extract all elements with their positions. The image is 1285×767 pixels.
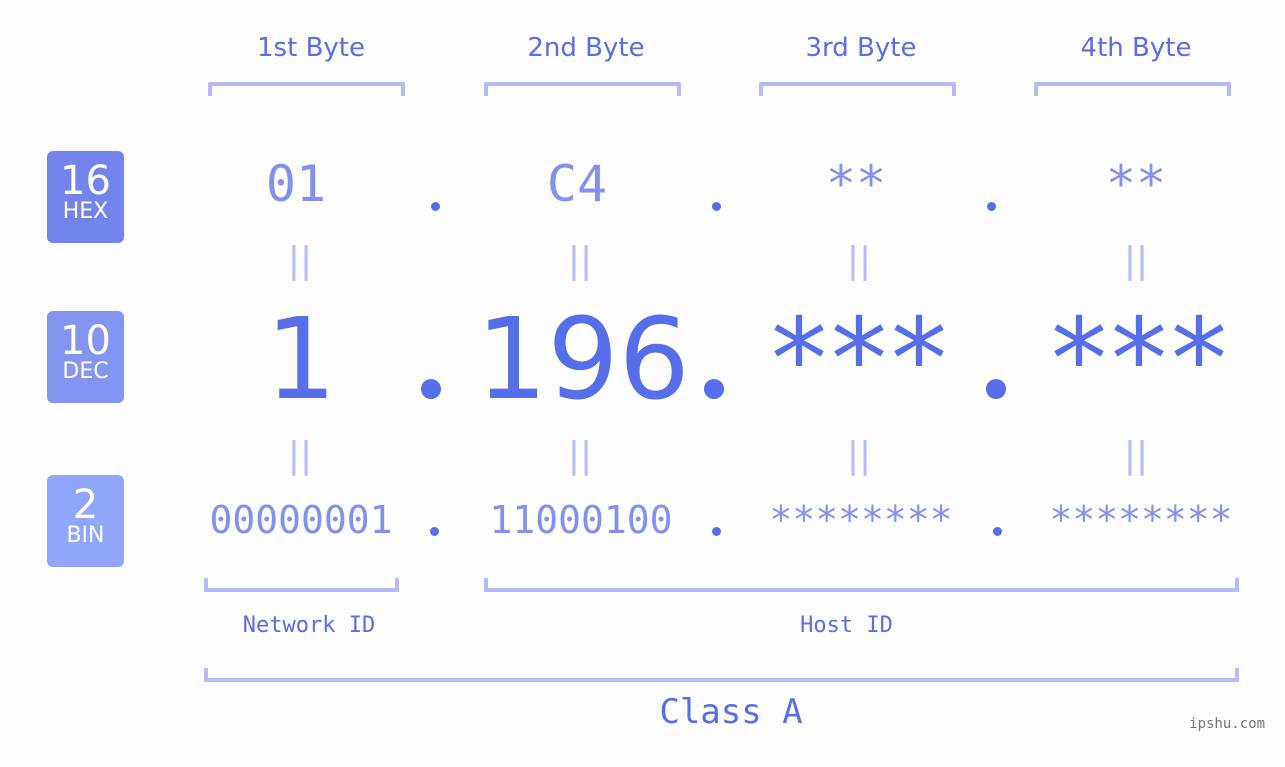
equals-sign: ||: [567, 240, 593, 281]
byte-header-2: 2nd Byte: [527, 33, 645, 63]
bin-separator-dot: [712, 527, 721, 536]
byte-header-1: 1st Byte: [257, 33, 365, 63]
dec-badge-label: DEC: [62, 359, 109, 384]
equals-sign: ||: [846, 435, 872, 476]
hex-value-1: 01: [265, 155, 327, 213]
watermark: ipshu.com: [1189, 716, 1265, 732]
byte-bracket-2: [484, 82, 681, 96]
dec-separator-dot: [986, 379, 1006, 399]
equals-sign: ||: [1123, 435, 1149, 476]
class-bracket: [204, 668, 1239, 682]
hex-value-4: **: [1105, 155, 1167, 213]
dec-value-2: 196: [476, 295, 690, 425]
bin-value-3: ********: [769, 498, 953, 542]
byte-bracket-3: [759, 82, 956, 96]
hex-separator-dot: [712, 202, 721, 211]
dec-badge: 10 DEC: [47, 311, 124, 403]
hex-value-2: C4: [546, 155, 608, 213]
bin-badge-base: 2: [72, 482, 99, 528]
class-label: Class A: [659, 692, 803, 732]
equals-sign: ||: [287, 240, 313, 281]
host-id-bracket: [484, 578, 1239, 592]
equals-sign: ||: [567, 435, 593, 476]
byte-header-3: 3rd Byte: [805, 33, 917, 63]
hex-separator-dot: [431, 202, 440, 211]
hex-separator-dot: [987, 202, 996, 211]
hex-badge-label: HEX: [62, 199, 109, 224]
equals-sign: ||: [287, 435, 313, 476]
bin-badge-label: BIN: [66, 523, 105, 548]
dec-separator-dot: [704, 379, 724, 399]
hex-badge-base: 16: [60, 158, 111, 204]
byte-bracket-1: [208, 82, 405, 96]
equals-sign: ||: [1123, 240, 1149, 281]
dec-badge-base: 10: [60, 318, 111, 364]
hex-badge: 16 HEX: [47, 151, 124, 243]
dec-value-1: 1: [265, 295, 337, 425]
bin-value-1: 00000001: [209, 498, 393, 542]
dec-value-4: ***: [1051, 295, 1231, 425]
network-id-label: Network ID: [242, 613, 376, 638]
network-id-bracket: [204, 578, 399, 592]
byte-bracket-4: [1034, 82, 1231, 96]
hex-value-3: **: [825, 155, 887, 213]
bin-badge: 2 BIN: [47, 475, 124, 567]
equals-sign: ||: [846, 240, 872, 281]
dec-separator-dot: [421, 379, 441, 399]
bin-separator-dot: [993, 527, 1002, 536]
host-id-label: Host ID: [800, 613, 893, 638]
bin-value-4: ********: [1049, 498, 1233, 542]
dec-value-3: ***: [771, 295, 951, 425]
bin-separator-dot: [430, 527, 439, 536]
bin-value-2: 11000100: [489, 498, 673, 542]
byte-header-4: 4th Byte: [1080, 33, 1192, 63]
